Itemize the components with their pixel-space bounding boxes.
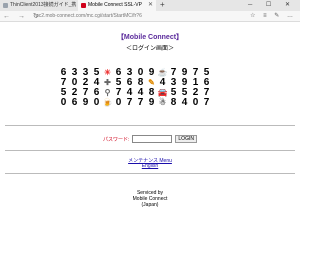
grid-digit: 9 (148, 67, 155, 78)
browser-tab-2[interactable]: Mobile Connect SSL-VP ✕ (78, 0, 156, 11)
login-form: パスワード: LOGIN (0, 135, 300, 143)
window-controls[interactable]: ─ ☐ ✕ (248, 0, 296, 10)
beer-icon: 🍺 (102, 98, 113, 107)
grid-digit: 4 (159, 77, 166, 88)
page-content: 【Mobile Connect】 ＜ログイン画面＞ 6 3 3 5 ☀ 6 3 0 9 ☕ 7 9 7 5… (0, 23, 300, 256)
tab-label: ThinClient2013接続ガイド_携 (10, 2, 77, 8)
grid-digit: 0 (192, 97, 199, 108)
grid-digit: 6 (71, 97, 78, 108)
new-tab-button[interactable]: + (160, 0, 165, 10)
page-subtitle: ＜ログイン画面＞ (125, 46, 174, 52)
grid-digit: 0 (93, 97, 100, 108)
login-button[interactable]: LOGIN (175, 135, 197, 143)
grid-digit: 7 (126, 97, 133, 108)
grid-digit: 0 (60, 97, 67, 108)
plus-icon: ✚ (104, 78, 111, 87)
footer-line: (Japan) (141, 202, 159, 208)
english-link[interactable]: English (0, 164, 300, 169)
password-input[interactable] (132, 135, 173, 143)
divider (5, 150, 295, 151)
footer: Serviced by Mobile Connect (Japan) (0, 190, 300, 208)
divider (5, 125, 295, 126)
page-title: 【Mobile Connect】 (116, 34, 184, 41)
site-icon (81, 3, 86, 8)
address-bar: ← → ↻ pc2.mob-connect.com/mc.cgi/start/S… (0, 11, 300, 22)
snow-icon: ☃ (158, 98, 167, 107)
grid-digit: 7 (203, 97, 210, 108)
grid-digit: 9 (148, 97, 155, 108)
grid-digit: 4 (181, 97, 188, 108)
grid-digit: 8 (170, 97, 177, 108)
matrix-grid: 6 3 3 5 ☀ 6 3 0 9 ☕ 7 9 7 5 7 0 2 4 ✚ 5 6 8 ✎ 4 3 9 1 6 5 2 7 6 ⚲ 7 4 4 8 🚘 5 5… (58, 68, 248, 108)
grid-digit: 0 (115, 97, 122, 108)
search-icon: ⚲ (104, 88, 111, 97)
page-icon (3, 3, 8, 8)
grid-digit: 7 (137, 97, 144, 108)
toolbar-icons[interactable]: ☆ ≡ ✎ … (250, 11, 296, 22)
grid-digit: 9 (82, 97, 89, 108)
password-label: パスワード: (103, 136, 130, 143)
close-icon[interactable]: ✕ (148, 0, 153, 11)
url-field[interactable]: pc2.mob-connect.com/mc.cgi/start/StartMC… (36, 11, 142, 22)
browser-tab-1[interactable]: ThinClient2013接続ガイド_携 (0, 0, 77, 11)
car-icon: 🚘 (157, 88, 168, 97)
divider (5, 173, 295, 174)
sun-icon: ☀ (103, 68, 112, 77)
tab-bar: ThinClient2013接続ガイド_携 Mobile Connect SSL… (0, 0, 300, 11)
grid-row: 0 6 9 0 🍺 0 7 7 9 ☃ 8 4 0 7 (58, 98, 248, 108)
tab-label: Mobile Connect SSL-VP (88, 2, 142, 8)
